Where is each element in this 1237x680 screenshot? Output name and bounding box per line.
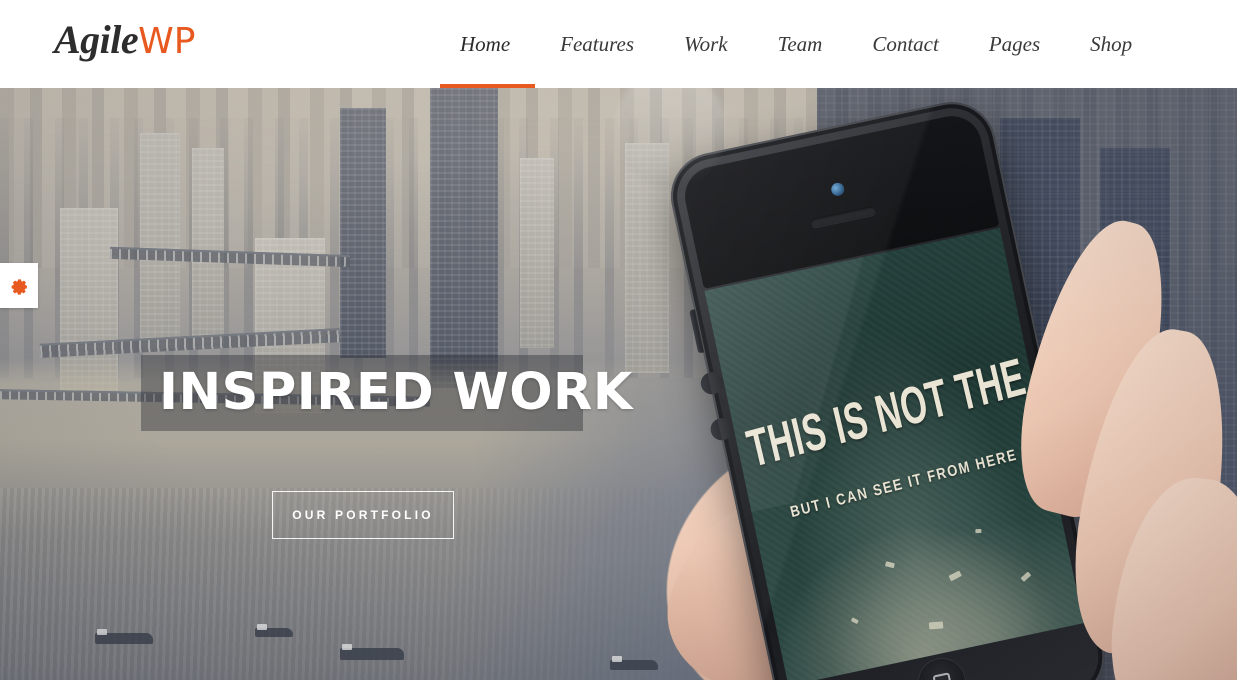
- nav-item-pages[interactable]: Pages: [964, 0, 1065, 88]
- home-button-square: [931, 671, 953, 680]
- our-portfolio-button[interactable]: OUR PORTFOLIO: [272, 491, 454, 539]
- earpiece-speaker: [809, 205, 877, 229]
- nav-item-shop[interactable]: Shop: [1065, 0, 1157, 88]
- nav-item-home[interactable]: Home: [440, 0, 536, 88]
- volume-up-button[interactable]: [698, 370, 725, 397]
- page-root: AgileWP Home Features Work Team Contact …: [0, 0, 1237, 680]
- main-navigation: Home Features Work Team Contact Pages Sh…: [440, 0, 1157, 88]
- site-logo[interactable]: AgileWP: [54, 14, 195, 68]
- volume-down-button[interactable]: [708, 416, 735, 443]
- site-header: AgileWP Home Features Work Team Contact …: [0, 0, 1237, 88]
- building-silhouette: [340, 108, 386, 358]
- phone-in-hand-illustration: THIS IS NOT THE END BUT I CAN SEE IT FRO…: [615, 88, 1237, 680]
- building-silhouette: [140, 133, 180, 348]
- front-camera-icon: [830, 181, 846, 198]
- hero-title: INSPIRED WORK: [159, 363, 633, 422]
- building-silhouette: [430, 88, 498, 388]
- boat: [255, 624, 293, 637]
- nav-item-contact[interactable]: Contact: [847, 0, 964, 88]
- logo-secondary-text: WP: [138, 21, 196, 62]
- boat: [340, 644, 404, 660]
- settings-panel-toggle[interactable]: [0, 263, 38, 308]
- boat: [95, 629, 153, 644]
- logo-primary-text: Agile: [54, 17, 139, 62]
- nav-item-team[interactable]: Team: [753, 0, 848, 88]
- nav-item-work[interactable]: Work: [659, 0, 753, 88]
- building-silhouette: [192, 148, 224, 348]
- building-silhouette: [520, 158, 554, 348]
- hero-section: INSPIRED WORK OUR PORTFOLIO THIS IS NOT …: [0, 88, 1237, 680]
- nav-item-features[interactable]: Features: [535, 0, 659, 88]
- gear-icon: [11, 278, 27, 295]
- hero-title-box: INSPIRED WORK: [141, 355, 632, 431]
- power-button[interactable]: [689, 309, 705, 354]
